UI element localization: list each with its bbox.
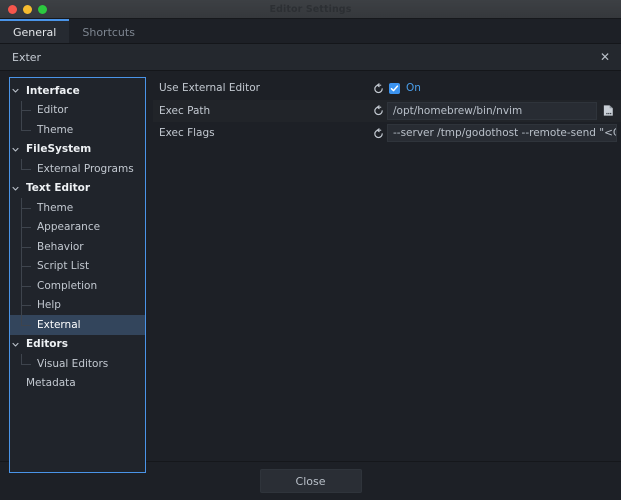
sidebar-item-filesystem[interactable]: FileSystem bbox=[10, 140, 145, 160]
sidebar-item-label: Behavior bbox=[37, 240, 84, 253]
file-browse-icon[interactable] bbox=[599, 102, 617, 120]
tree-indent-spacer bbox=[10, 354, 21, 374]
sidebar-item-theme[interactable]: Theme bbox=[10, 120, 145, 140]
setting-value: /opt/homebrew/bin/nvim bbox=[387, 101, 621, 120]
sidebar-item-label: External bbox=[37, 318, 81, 331]
sidebar-item-label: Completion bbox=[37, 279, 98, 292]
minimize-window-button[interactable] bbox=[23, 4, 32, 14]
tree-indent-spacer bbox=[10, 296, 21, 316]
sidebar-item-script-list[interactable]: Script List bbox=[10, 256, 145, 277]
tree-indent-spacer bbox=[10, 159, 21, 179]
tree-indent-spacer bbox=[10, 315, 21, 335]
chevron-down-icon[interactable] bbox=[10, 179, 21, 199]
sidebar-item-external[interactable]: External bbox=[10, 315, 145, 335]
sidebar-item-label: Script List bbox=[37, 260, 90, 273]
setting-row: Use External Editor On bbox=[153, 77, 621, 100]
window-title: Editor Settings bbox=[269, 3, 352, 15]
tree-indent-spacer bbox=[10, 237, 21, 257]
setting-value: --server /tmp/godothost --remote-send "<… bbox=[387, 124, 621, 143]
use-external-editor-checkbox[interactable]: On bbox=[387, 82, 421, 94]
setting-label: Use External Editor bbox=[159, 82, 260, 95]
field-value: --server /tmp/godothost --remote-send "<… bbox=[393, 127, 616, 140]
tab-bar: General Shortcuts bbox=[0, 19, 621, 44]
sidebar-item-label: FileSystem bbox=[26, 143, 92, 156]
close-icon[interactable]: ✕ bbox=[597, 49, 613, 65]
sidebar-item-completion[interactable]: Completion bbox=[10, 276, 145, 296]
sidebar-item-interface[interactable]: Interface bbox=[10, 81, 145, 101]
close-button[interactable]: Close bbox=[259, 469, 362, 493]
traffic-lights bbox=[0, 4, 47, 14]
editor-settings-window: Editor Settings General Shortcuts Exter ✕… bbox=[0, 0, 621, 500]
search-input[interactable]: Exter bbox=[12, 51, 597, 64]
exec-path-input[interactable]: /opt/homebrew/bin/nvim bbox=[387, 101, 597, 120]
sidebar-item-label: Editor bbox=[37, 104, 69, 117]
sidebar-item-label: External Programs bbox=[37, 162, 134, 175]
sidebar-item-label: Theme bbox=[37, 123, 74, 136]
sidebar-item-help[interactable]: Help bbox=[10, 295, 145, 316]
check-icon bbox=[389, 82, 400, 94]
tree-indent-spacer bbox=[10, 374, 21, 394]
revert-icon[interactable] bbox=[369, 127, 387, 139]
chevron-down-icon[interactable] bbox=[10, 140, 21, 160]
sidebar-item-label: Appearance bbox=[37, 221, 101, 234]
tree-indent-spacer bbox=[10, 198, 21, 218]
sidebar-item-visual-editors[interactable]: Visual Editors bbox=[10, 354, 145, 374]
tree-indent-spacer bbox=[10, 276, 21, 296]
chevron-down-icon[interactable] bbox=[10, 81, 21, 101]
setting-row: Exec Flags --server /tmp/godothost --remo… bbox=[153, 122, 621, 145]
sidebar-item-label: Help bbox=[37, 299, 61, 312]
close-window-button[interactable] bbox=[8, 4, 17, 14]
sidebar-item-editor[interactable]: Editor bbox=[10, 100, 145, 121]
settings-properties-panel: Use External Editor On Exec Path/opt/homeb… bbox=[153, 77, 621, 461]
sidebar-item-label: Theme bbox=[37, 201, 74, 214]
maximize-window-button[interactable] bbox=[38, 4, 47, 14]
search-bar[interactable]: Exter ✕ bbox=[0, 44, 621, 71]
field-value: /opt/homebrew/bin/nvim bbox=[393, 104, 523, 117]
sidebar-item-appearance[interactable]: Appearance bbox=[10, 217, 145, 238]
tab-general[interactable]: General bbox=[0, 19, 70, 43]
sidebar-item-text-editor[interactable]: Text Editor bbox=[10, 179, 145, 199]
revert-icon[interactable] bbox=[369, 82, 387, 94]
sidebar-item-label: Visual Editors bbox=[37, 357, 109, 370]
sidebar-item-label: Editors bbox=[26, 338, 68, 351]
sidebar-item-metadata[interactable]: Metadata bbox=[10, 374, 145, 394]
setting-row: Exec Path/opt/homebrew/bin/nvim bbox=[153, 99, 621, 122]
sidebar-item-label: Interface bbox=[26, 84, 80, 97]
sidebar-item-editors[interactable]: Editors bbox=[10, 335, 145, 355]
chevron-down-icon[interactable] bbox=[10, 335, 21, 355]
tree-indent-spacer bbox=[10, 218, 21, 238]
tree-indent-spacer bbox=[10, 257, 21, 277]
tree-indent-spacer bbox=[10, 120, 21, 140]
settings-category-tree[interactable]: Interface Editor Theme FileSystem External P… bbox=[9, 77, 146, 473]
checkbox-state-label: On bbox=[406, 82, 421, 95]
sidebar-item-theme[interactable]: Theme bbox=[10, 198, 145, 218]
setting-label: Exec Flags bbox=[159, 127, 215, 140]
sidebar-item-label: Metadata bbox=[26, 377, 76, 390]
exec-flags-input[interactable]: --server /tmp/godothost --remote-send "<… bbox=[387, 124, 617, 143]
sidebar-item-external-programs[interactable]: External Programs bbox=[10, 159, 145, 179]
sidebar-item-label: Text Editor bbox=[26, 182, 91, 195]
revert-icon[interactable] bbox=[369, 105, 387, 116]
tab-shortcuts[interactable]: Shortcuts bbox=[69, 19, 148, 43]
sidebar-item-behavior[interactable]: Behavior bbox=[10, 237, 145, 257]
settings-body: Interface Editor Theme FileSystem External P… bbox=[0, 71, 621, 473]
title-bar: Editor Settings bbox=[0, 0, 621, 19]
tree-indent-spacer bbox=[10, 101, 21, 121]
setting-value: On bbox=[387, 82, 621, 94]
setting-label: Exec Path bbox=[159, 104, 211, 117]
